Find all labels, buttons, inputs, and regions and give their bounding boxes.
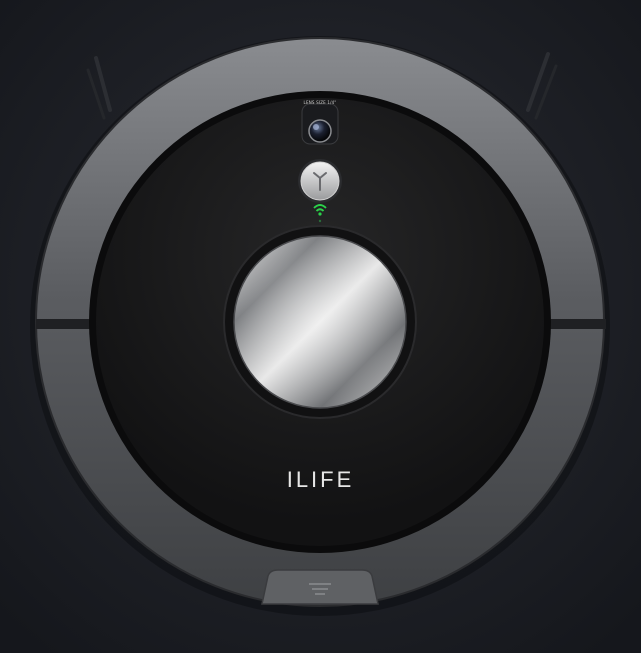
robot-vacuum-illustration (0, 0, 641, 653)
camera-lens-icon (301, 103, 339, 145)
brand-logo-text: ILIFE (286, 467, 355, 492)
bumper-gap-right (546, 319, 606, 329)
camera-lens-label: LENS SIZE 1/4" (303, 100, 337, 105)
power-button-icon[interactable] (298, 159, 342, 203)
bumper-gap-left (36, 319, 96, 329)
robot-vacuum-product-image: LENS SIZE 1/4" ILIFE (0, 0, 641, 653)
vent-lines-icon (261, 569, 379, 605)
